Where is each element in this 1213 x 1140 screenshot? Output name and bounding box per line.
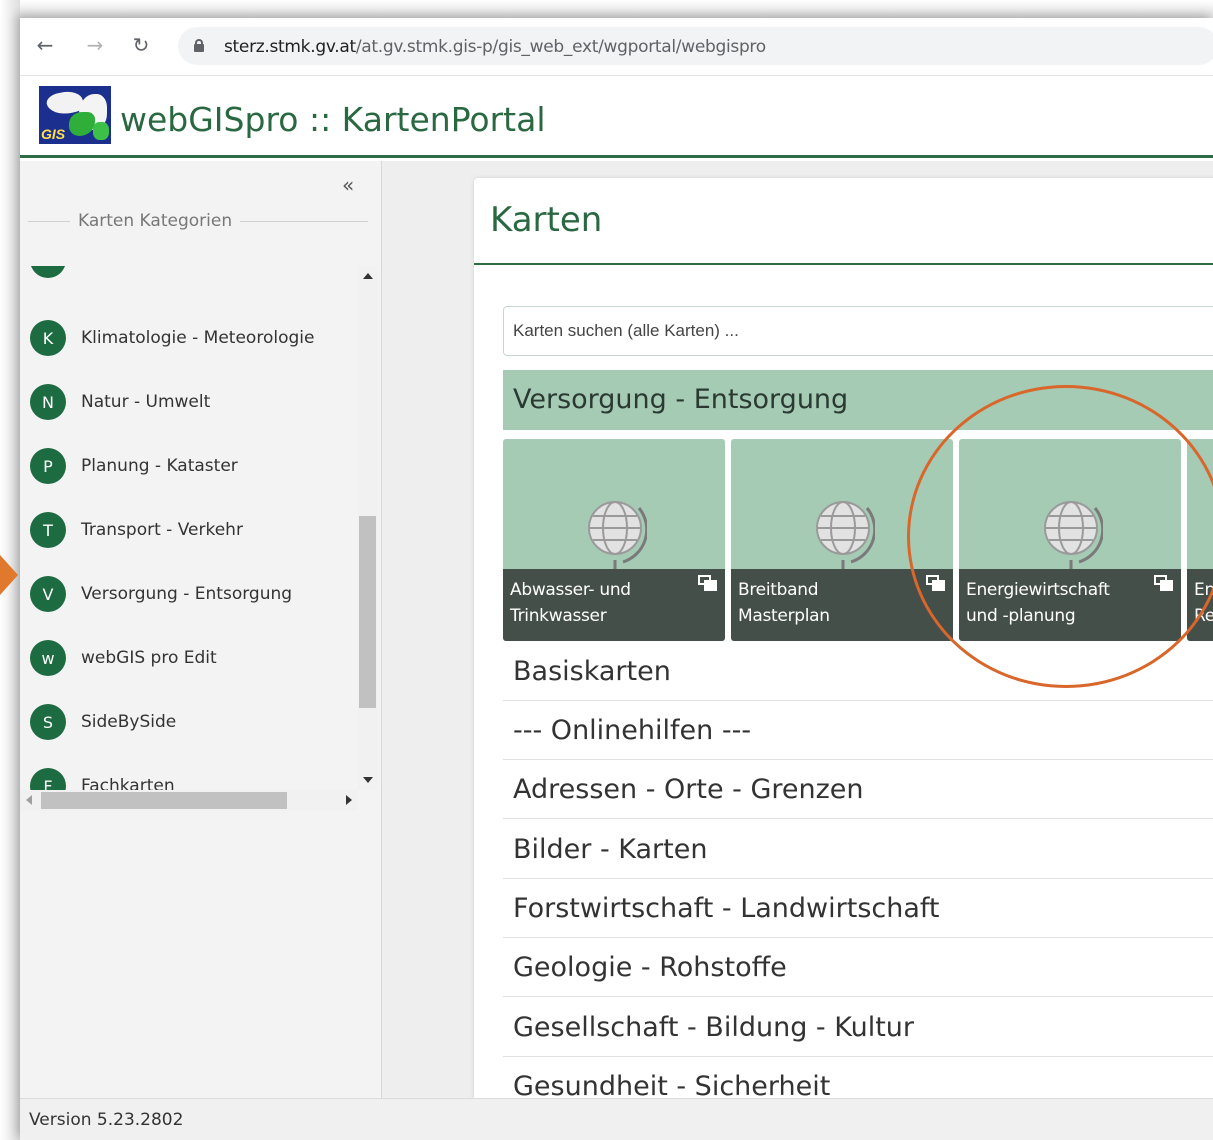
- category-row-label: --- Onlinehilfen ---: [513, 715, 752, 746]
- category-avatar: S: [30, 704, 66, 740]
- section-label: Karten Kategorien: [70, 211, 241, 231]
- map-tile-breitband[interactable]: Breitband Masterplan: [731, 439, 953, 641]
- page-title: Karten: [490, 200, 603, 240]
- browser-window: ← → ↻ sterz.stmk.gv.at/at.gv.stmk.gis-p/…: [20, 18, 1213, 1140]
- category-avatar: [30, 266, 66, 278]
- collapse-sidebar-button[interactable]: «: [342, 173, 354, 197]
- sidebar-item-label: Versorgung - Entsorgung: [81, 584, 293, 604]
- sidebar-item-klimatologie[interactable]: K Klimatologie - Meteorologie: [30, 318, 314, 358]
- category-row-geologie[interactable]: Geologie - Rohstoffe: [503, 938, 1213, 997]
- category-avatar: N: [30, 384, 66, 420]
- tile-caption: Energiewirtschaft und -planung: [959, 569, 1181, 641]
- screen-edge-top: [0, 0, 1213, 18]
- category-row-label: Basiskarten: [513, 656, 671, 687]
- karten-panel: Karten Versorgung - Entsorgung Abwasser-…: [474, 178, 1213, 1108]
- address-bar[interactable]: sterz.stmk.gv.at/at.gv.stmk.gis-p/gis_we…: [178, 27, 1213, 65]
- sidebar-item-transport[interactable]: T Transport - Verkehr: [30, 510, 243, 550]
- category-avatar: T: [30, 512, 66, 548]
- sidebar-item-fachkarten[interactable]: F Fachkarten: [30, 766, 175, 790]
- open-window-icon[interactable]: [698, 575, 718, 593]
- map-tile-energiewirtschaft[interactable]: Energiewirtschaft und -planung: [959, 439, 1181, 641]
- sidebar-item-webgis-pro-edit[interactable]: w webGIS pro Edit: [30, 638, 217, 678]
- category-avatar: F: [30, 768, 66, 790]
- category-row-label: Gesellschaft - Bildung - Kultur: [513, 1012, 915, 1043]
- category-avatar: w: [30, 640, 66, 676]
- scroll-left-icon[interactable]: [26, 795, 32, 805]
- horizontal-scrollbar[interactable]: [20, 790, 358, 811]
- tile-title: Breitband Masterplan: [738, 580, 830, 626]
- sidebar-item-planung[interactable]: P Planung - Kataster: [30, 446, 238, 486]
- title-divider: [474, 263, 1213, 265]
- sidebar-item-label: webGIS pro Edit: [81, 648, 217, 668]
- category-row-label: Forstwirtschaft - Landwirtschaft: [513, 893, 940, 924]
- logo-text: GIS: [41, 126, 66, 142]
- category-row-label: Geologie - Rohstoffe: [513, 952, 787, 983]
- vertical-scrollbar[interactable]: [358, 266, 377, 790]
- scroll-right-icon[interactable]: [346, 795, 352, 805]
- reload-icon[interactable]: ↻: [128, 32, 154, 58]
- category-avatar: V: [30, 576, 66, 612]
- tile-caption: En Re: [1187, 569, 1213, 641]
- sidebar-item-versorgung[interactable]: V Versorgung - Entsorgung: [30, 574, 292, 614]
- url-host: sterz.stmk.gv.at: [224, 37, 356, 57]
- scroll-down-icon[interactable]: [363, 777, 373, 783]
- scroll-thumb[interactable]: [41, 792, 287, 809]
- browser-toolbar: ← → ↻ sterz.stmk.gv.at/at.gv.stmk.gis-p/…: [20, 18, 1213, 76]
- sidebar-item-label: Klimatologie - Meteorologie: [81, 328, 315, 348]
- category-row-adressen[interactable]: Adressen - Orte - Grenzen: [503, 760, 1213, 819]
- search-input[interactable]: [503, 306, 1213, 356]
- sidebar-item-natur[interactable]: N Natur - Umwelt: [30, 382, 210, 422]
- version-label: Version 5.23.2802: [29, 1110, 184, 1130]
- tile-caption: Breitband Masterplan: [731, 569, 953, 641]
- footer: Version 5.23.2802: [20, 1098, 1213, 1140]
- url-path: /at.gv.stmk.gis-p/gis_web_ext/wgportal/w…: [355, 37, 766, 57]
- open-window-icon[interactable]: [926, 575, 946, 593]
- main-area: Karten Versorgung - Entsorgung Abwasser-…: [382, 161, 1213, 1108]
- tile-caption: Abwasser- und Trinkwasser: [503, 569, 725, 641]
- category-row-bilder[interactable]: Bilder - Karten: [503, 820, 1213, 879]
- category-avatar: P: [30, 448, 66, 484]
- sidebar-item-partial[interactable]: [30, 266, 81, 280]
- category-row-label: Adressen - Orte - Grenzen: [513, 774, 864, 805]
- url-text[interactable]: sterz.stmk.gv.at/at.gv.stmk.gis-p/gis_we…: [224, 37, 766, 57]
- group-header-versorgung[interactable]: Versorgung - Entsorgung: [503, 370, 1213, 430]
- app-header: GIS webGISpro :: KartenPortal: [20, 76, 1213, 158]
- category-row-onlinehilfen[interactable]: --- Onlinehilfen ---: [503, 701, 1213, 760]
- category-list: K Klimatologie - Meteorologie N Natur - …: [20, 266, 377, 790]
- category-row-gesellschaft[interactable]: Gesellschaft - Bildung - Kultur: [503, 998, 1213, 1057]
- back-icon[interactable]: ←: [32, 32, 58, 58]
- lock-icon: [194, 39, 204, 52]
- sidebar-item-label: Natur - Umwelt: [81, 392, 211, 412]
- group-title: Versorgung - Entsorgung: [513, 384, 849, 415]
- sidebar-item-sidebyside[interactable]: S SideBySide: [30, 702, 176, 742]
- category-row-label: Bilder - Karten: [513, 834, 708, 865]
- category-avatar: K: [30, 320, 66, 356]
- map-tile-abwasser[interactable]: Abwasser- und Trinkwasser: [503, 439, 725, 641]
- category-row-basiskarten[interactable]: Basiskarten: [503, 642, 1213, 701]
- map-tile-partial[interactable]: En Re: [1187, 439, 1213, 641]
- tile-title: Abwasser- und Trinkwasser: [510, 580, 631, 626]
- app-title: webGISpro :: KartenPortal: [120, 100, 546, 139]
- pointer-arrow-annotation: [0, 555, 18, 595]
- scroll-thumb[interactable]: [359, 516, 376, 708]
- sidebar-item-label: SideBySide: [81, 712, 177, 732]
- sidebar: « Karten Kategorien K Klimatologie - Met…: [20, 161, 382, 1098]
- sidebar-item-label: Fachkarten: [81, 776, 175, 790]
- scroll-up-icon[interactable]: [363, 273, 373, 279]
- sidebar-item-label: Transport - Verkehr: [81, 520, 243, 540]
- forward-icon[interactable]: →: [82, 32, 108, 58]
- open-window-icon[interactable]: [1154, 575, 1174, 593]
- sidebar-item-label: Planung - Kataster: [81, 456, 238, 476]
- category-row-forstwirtschaft[interactable]: Forstwirtschaft - Landwirtschaft: [503, 879, 1213, 938]
- tile-title: Energiewirtschaft und -planung: [966, 580, 1110, 626]
- webgis-logo[interactable]: GIS: [39, 86, 111, 144]
- tile-title: En Re: [1194, 580, 1213, 626]
